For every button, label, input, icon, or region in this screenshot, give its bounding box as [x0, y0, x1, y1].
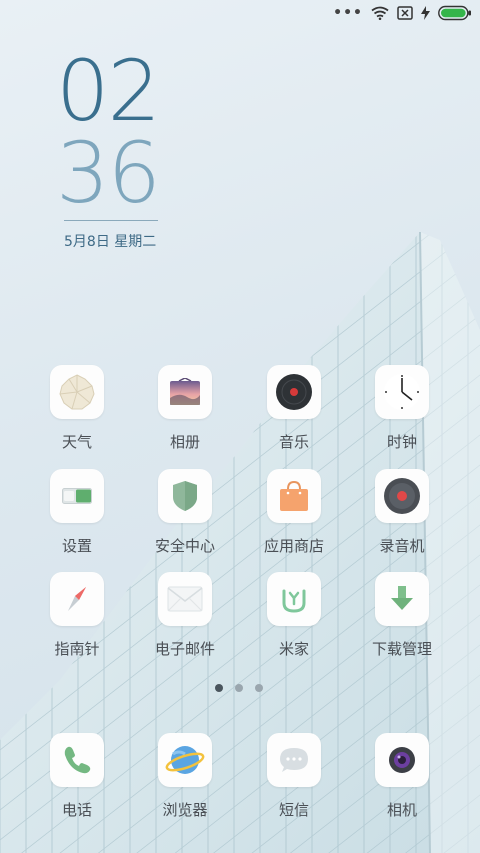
email-icon [158, 572, 212, 626]
phone-icon [50, 733, 104, 787]
battery-icon [438, 5, 471, 21]
page-dot-3[interactable] [255, 684, 263, 692]
app-weather[interactable]: 天气 [23, 365, 131, 452]
recorder-icon [375, 469, 429, 523]
page-dot-1[interactable] [215, 684, 223, 692]
clock-minutes: 36 [56, 124, 161, 222]
app-label: 设置 [61, 537, 92, 555]
app-settings[interactable]: 设置 [23, 469, 131, 556]
app-label: 音乐 [278, 433, 309, 451]
app-email[interactable]: 电子邮件 [131, 572, 239, 659]
app-label: 电子邮件 [154, 640, 215, 658]
app-music[interactable]: 音乐 [240, 365, 348, 452]
settings-icon [50, 469, 104, 523]
app-label: 录音机 [379, 537, 425, 555]
app-label: 应用商店 [263, 537, 324, 555]
app-download-manager[interactable]: 下载管理 [348, 572, 456, 659]
page-indicator[interactable] [215, 684, 263, 692]
compass-icon [50, 572, 104, 626]
app-store[interactable]: 应用商店 [240, 469, 348, 556]
dock-camera[interactable]: 相机 [348, 733, 456, 820]
security-icon [158, 469, 212, 523]
app-compass[interactable]: 指南针 [23, 572, 131, 659]
wifi-icon [371, 6, 389, 20]
status-bar: ••• [0, 0, 480, 28]
music-icon [267, 365, 321, 419]
messages-icon [267, 733, 321, 787]
app-security[interactable]: 安全中心 [131, 469, 239, 556]
clock-widget[interactable]: 02 36 5月8日 星期二 [56, 42, 166, 251]
app-label: 电话 [61, 801, 92, 819]
download-icon [375, 572, 429, 626]
app-label: 安全中心 [154, 537, 215, 555]
clock-icon [375, 365, 429, 419]
app-label: 短信 [278, 801, 309, 819]
app-label: 指南针 [54, 640, 100, 658]
app-label: 下载管理 [371, 640, 432, 658]
camera-icon [375, 733, 429, 787]
app-recorder[interactable]: 录音机 [348, 469, 456, 556]
mijia-icon [267, 572, 321, 626]
app-mijia[interactable]: 米家 [240, 572, 348, 659]
app-label: 时钟 [386, 433, 417, 451]
app-label: 相册 [169, 433, 200, 451]
app-label: 米家 [278, 640, 309, 658]
charging-icon [421, 6, 430, 20]
no-sim-icon [397, 6, 413, 20]
dock-messages[interactable]: 短信 [240, 733, 348, 820]
app-label: 相机 [386, 801, 417, 819]
page-dot-2[interactable] [235, 684, 243, 692]
clock-hours: 02 [56, 42, 161, 140]
browser-icon [158, 733, 212, 787]
dock-browser[interactable]: 浏览器 [131, 733, 239, 820]
more-notifications-icon: ••• [333, 5, 363, 21]
app-label: 天气 [61, 433, 92, 451]
gallery-icon [158, 365, 212, 419]
weather-icon [50, 365, 104, 419]
app-label: 浏览器 [162, 801, 208, 819]
clock-date: 5月8日 星期二 [64, 234, 157, 250]
app-store-icon [267, 469, 321, 523]
dock-phone[interactable]: 电话 [23, 733, 131, 820]
app-clock[interactable]: 时钟 [348, 365, 456, 452]
app-gallery[interactable]: 相册 [131, 365, 239, 452]
